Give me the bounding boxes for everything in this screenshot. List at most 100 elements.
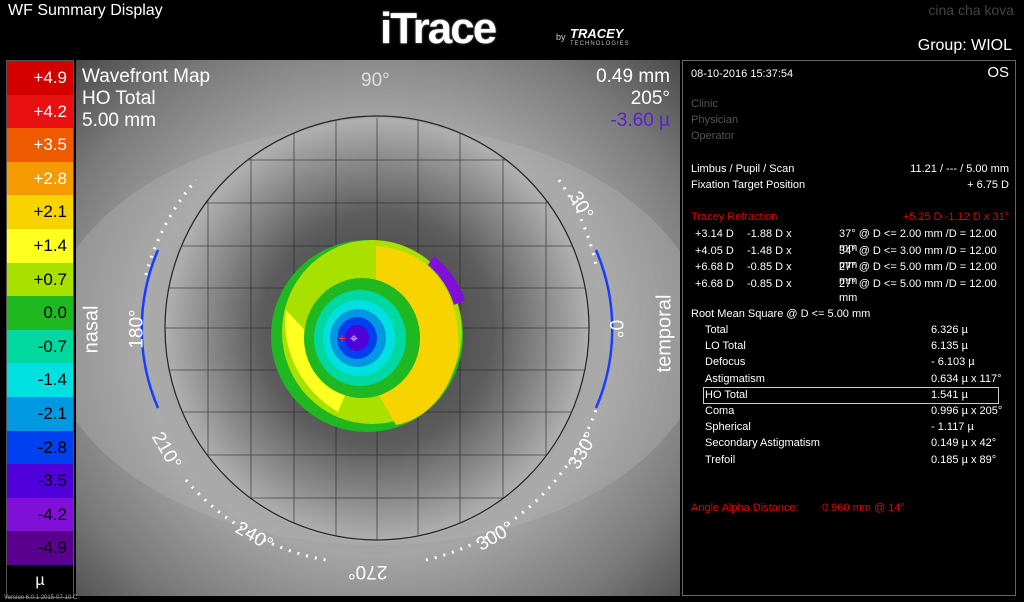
fixation-value: + 6.75 D (967, 179, 1009, 191)
rms-item: Trefoil 0.185 µ x 89° (691, 453, 1009, 467)
color-scale: µ +4.9 +4.2 +3.5 +2.8 +2.1 +1.4 +0.7 0.0 -0.7 -1.… (6, 60, 74, 598)
scale-cell: 0.0 (7, 296, 73, 331)
rms-value: - 6.103 µ (931, 356, 975, 369)
rms-value: 0.634 µ x 117° (931, 372, 1002, 385)
rms-value: 0.149 µ x 42° (931, 437, 997, 450)
angle-alpha-label: Angle Alpha Distance: (691, 502, 799, 514)
map-title: Wavefront Map (82, 66, 211, 87)
rms-item: Coma 0.996 µ x 205° (691, 404, 1009, 418)
rms-value: 1.541 µ (931, 388, 968, 401)
version-label: Version 6.0.1 2015-07-10 C (4, 595, 78, 601)
app-title: WF Summary Display (8, 2, 163, 19)
logo-brand: TRACEY (570, 26, 624, 41)
refraction-sph: +6.68 D (695, 277, 734, 290)
rms-label: Secondary Astigmatism (705, 437, 820, 450)
scale-cell: -0.7 (7, 329, 73, 364)
rms-label: Trefoil (705, 453, 736, 466)
rms-value: - 1.117 µ (931, 421, 974, 434)
temporal-label: temporal (653, 294, 676, 373)
rms-item: Spherical - 1.117 µ (691, 420, 1009, 434)
refraction-label: Tracey Refraction (691, 211, 778, 223)
rms-label: LO Total (705, 340, 746, 353)
map-value-2: 205° (630, 88, 670, 109)
rms-item: LO Total 6.135 µ (691, 339, 1009, 353)
refraction-item: +4.05 D -1.48 D x 34° @ D <= 3.00 mm /D = … (691, 244, 1009, 271)
clinic-label: Clinic (691, 98, 718, 110)
fixation-row: Fixation Target Position + 6.75 D (691, 178, 1009, 192)
wavefront-map[interactable]: + ⌖ Wavefront Map HO Total 5.00 mm 0.49 … (76, 60, 680, 596)
refraction-cyl: -0.85 D x (747, 261, 792, 273)
scale-cell: -1.4 (7, 363, 73, 398)
eye-label: OS (987, 64, 1009, 81)
rms-item: Astigmatism 0.634 µ x 117° (691, 372, 1009, 386)
operator-label: Operator (691, 130, 735, 142)
scale-cell: +2.8 (7, 161, 73, 196)
center-marker: + (338, 330, 346, 346)
rms-label: HO Total (705, 388, 748, 401)
refraction-axis: 27° @ D <= 5.00 mm /D = 12.00 mm (839, 277, 997, 304)
scale-cell: -2.8 (7, 430, 73, 465)
rms-value: 6.135 µ (931, 340, 968, 353)
angle-0-label: 0° (605, 319, 627, 339)
nasal-label: nasal (80, 305, 103, 354)
scale-cell: +0.7 (7, 262, 73, 297)
exam-date: 08-10-2016 15:37:54 (691, 68, 794, 80)
angle-180-label: 180° (126, 309, 148, 349)
map-diameter: 5.00 mm (82, 110, 156, 131)
scale-cell: +4.9 (7, 61, 73, 95)
map-value-3: -3.60 µ (610, 110, 670, 131)
angle-alpha-row: Angle Alpha Distance: 0.960 mm @ 14° (691, 501, 1009, 515)
scale-cell: +1.4 (7, 229, 73, 263)
rms-title: Root Mean Square @ D <= 5.00 mm (691, 308, 871, 320)
logo-sub: TECHNOLOGIES (570, 41, 630, 47)
rms-label: Astigmatism (705, 372, 765, 385)
summary-panel: 08-10-2016 15:37:54 OS Clinic Physician … (682, 60, 1016, 596)
refraction-value: +5.25 D -1.12 D x 31° (902, 211, 1009, 223)
refraction-item: +6.68 D -0.85 D x 27° @ D <= 5.00 mm /D = … (691, 260, 1009, 287)
scale-cell: -2.1 (7, 397, 73, 431)
limbus-row: Limbus / Pupil / Scan 11.21 / --- / 5.00… (691, 162, 1009, 176)
refraction-cyl: -1.88 D x (747, 228, 792, 240)
scale-cell: -3.5 (7, 464, 73, 499)
angle-90-label: 90° (361, 70, 390, 91)
map-type: HO Total (82, 88, 156, 109)
rms-value: 0.996 µ x 205° (931, 405, 1003, 417)
refraction-row: Tracey Refraction +5.25 D -1.12 D x 31° (691, 210, 1009, 224)
rms-item: Secondary Astigmatism 0.149 µ x 42° (691, 436, 1009, 450)
group-label: Group: WIOL (917, 37, 1012, 54)
rms-label: Defocus (705, 356, 746, 369)
rms-value: 0.185 µ x 89° (931, 453, 997, 466)
refraction-cyl: -1.48 D x (747, 244, 792, 257)
scale-cell: +4.2 (7, 94, 73, 129)
scale-cell: +2.1 (7, 195, 73, 230)
rms-label: Spherical (705, 421, 751, 434)
map-graphic: + ⌖ (76, 115, 680, 562)
refraction-sph: +3.14 D (695, 228, 734, 240)
rms-label: Total (705, 324, 729, 336)
refraction-item: +3.14 D -1.88 D x 37° @ D <= 2.00 mm /D = … (691, 227, 1009, 254)
rms-item: Defocus - 6.103 µ (691, 355, 1009, 369)
refraction-sph: +4.05 D (695, 244, 734, 257)
scale-cell: -4.9 (7, 531, 73, 566)
pupil-marker: ⌖ (350, 330, 358, 346)
rms-item: HO Total 1.541 µ (691, 388, 1009, 402)
logo-main: iTrace (380, 4, 497, 53)
map-value-1: 0.49 mm (596, 66, 670, 87)
refraction-item: +6.68 D -0.85 D x 27° @ D <= 5.00 mm /D = … (691, 277, 1009, 304)
rms-label: Coma (705, 405, 735, 417)
rms-value: 6.326 µ (931, 324, 968, 336)
limbus-value: 11.21 / --- / 5.00 mm (910, 163, 1009, 175)
angle-270-label: 270° (348, 561, 388, 582)
physician-label: Physician (691, 114, 739, 126)
angle-alpha-value: 0.960 mm @ 14° (822, 502, 905, 514)
refraction-sph: +6.68 D (695, 261, 734, 273)
scale-cell: +3.5 (7, 128, 73, 163)
limbus-label: Limbus / Pupil / Scan (691, 163, 795, 175)
fixation-label: Fixation Target Position (691, 179, 806, 191)
exam-date-row: 08-10-2016 15:37:54 OS (691, 64, 1009, 81)
rms-item: Total 6.326 µ (691, 323, 1009, 337)
scale-unit: µ (7, 565, 73, 597)
itrace-logo: iTrace by TRACEY TECHNOLOGIES (380, 4, 650, 53)
patient-name: cina cha kova (928, 2, 1014, 18)
scale-cell: -4.2 (7, 497, 73, 532)
